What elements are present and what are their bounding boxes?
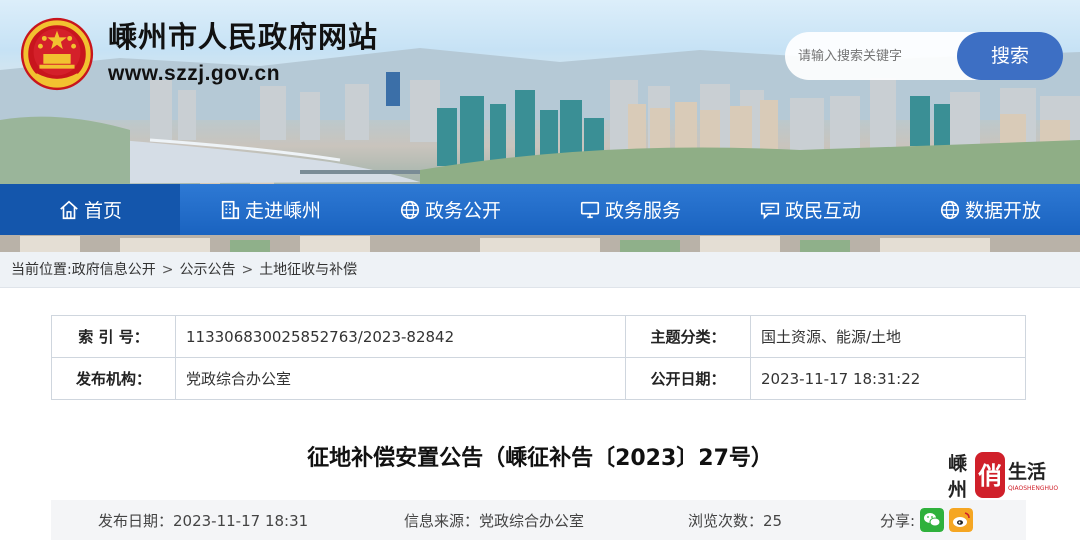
svg-text:嵊: 嵊: [948, 453, 968, 475]
monitor-icon: [580, 201, 600, 218]
nav-item-label: 首页: [83, 200, 122, 222]
national-emblem-logo: [20, 17, 94, 91]
info-source: 信息来源：党政综合办公室: [404, 512, 585, 530]
building-icon: [221, 200, 240, 219]
date-label: 公开日期：: [625, 357, 751, 400]
site-title: 嵊州市人民政府网站: [108, 20, 379, 54]
site-url: www.szzj.gov.cn: [108, 62, 281, 85]
topic-label: 主题分类：: [625, 315, 751, 358]
nav-item-label: 政务公开: [424, 200, 501, 222]
share-label: 分享:: [880, 512, 916, 530]
index-value: 113306830025852763/2023-82842: [175, 315, 626, 358]
table-row: 索 引 号： 113306830025852763/2023-82842 主题分…: [51, 315, 1026, 358]
article-info-bar: 发布日期：2023-11-17 18:31 信息来源：党政综合办公室 浏览次数：…: [51, 500, 1026, 540]
article-title: 征地补偿安置公告（嵊征补告〔2023〕27号）: [307, 446, 773, 471]
breadcrumb-item-land[interactable]: 土地征收与补偿: [259, 262, 357, 278]
nav-item-open-data[interactable]: 数据开放: [900, 184, 1080, 235]
table-row: 发布机构： 党政综合办公室 公开日期： 2023-11-17 18:31:22: [51, 357, 1026, 400]
nav-item-label: 数据开放: [964, 200, 1041, 222]
index-label: 索 引 号：: [51, 315, 176, 358]
nav-item-label: 政民互动: [784, 200, 861, 222]
nav-item-interaction[interactable]: 政民互动: [720, 184, 900, 235]
search-button[interactable]: 搜索: [957, 32, 1063, 80]
main-nav: 首页 走进嵊州 政务公开 政务服务 政民互动 数据开放: [0, 184, 1080, 235]
breadcrumb-item-gov-info[interactable]: 政府信息公开: [72, 262, 156, 278]
weibo-icon[interactable]: [949, 508, 973, 532]
breadcrumb-prefix: 当前位置:: [11, 262, 72, 278]
globe-icon: [940, 200, 960, 219]
nav-item-label: 政务服务: [604, 200, 681, 222]
nav-item-gov-services[interactable]: 政务服务: [540, 184, 720, 235]
nav-item-label: 走进嵊州: [244, 200, 321, 222]
svg-text:州: 州: [948, 479, 967, 501]
svg-text:俏: 俏: [978, 462, 1002, 490]
breadcrumb: 当前位置:政府信息公开 > 公示公告 > 土地征收与补偿: [0, 252, 1080, 288]
org-value: 党政综合办公室: [175, 357, 626, 400]
search-bar: 搜索: [785, 32, 1063, 80]
wechat-icon[interactable]: [920, 508, 944, 532]
breadcrumb-separator: >: [161, 262, 174, 278]
topic-value: 国土资源、能源/土地: [750, 315, 1026, 358]
breadcrumb-item-notices[interactable]: 公示公告: [179, 262, 235, 278]
svg-text:生活: 生活: [1008, 460, 1046, 483]
home-icon: [60, 200, 78, 219]
chat-icon: [760, 202, 780, 219]
document-meta-table: 索 引 号： 113306830025852763/2023-82842 主题分…: [51, 315, 1026, 400]
nav-item-gov-affairs[interactable]: 政务公开: [360, 184, 540, 235]
date-value: 2023-11-17 18:31:22: [750, 357, 1026, 400]
breadcrumb-separator: >: [241, 262, 254, 278]
watermark-logo: 嵊 州 俏 生活 QIAOSHENGHUO: [948, 452, 1058, 501]
org-label: 发布机构：: [51, 357, 176, 400]
publish-date: 发布日期：2023-11-17 18:31: [98, 512, 309, 530]
nav-item-about[interactable]: 走进嵊州: [180, 184, 360, 235]
svg-text:QIAOSHENGHUO: QIAOSHENGHUO: [1008, 485, 1058, 492]
nav-item-home[interactable]: 首页: [0, 184, 180, 235]
view-count: 浏览次数：25: [688, 512, 783, 530]
globe-icon: [400, 200, 420, 219]
